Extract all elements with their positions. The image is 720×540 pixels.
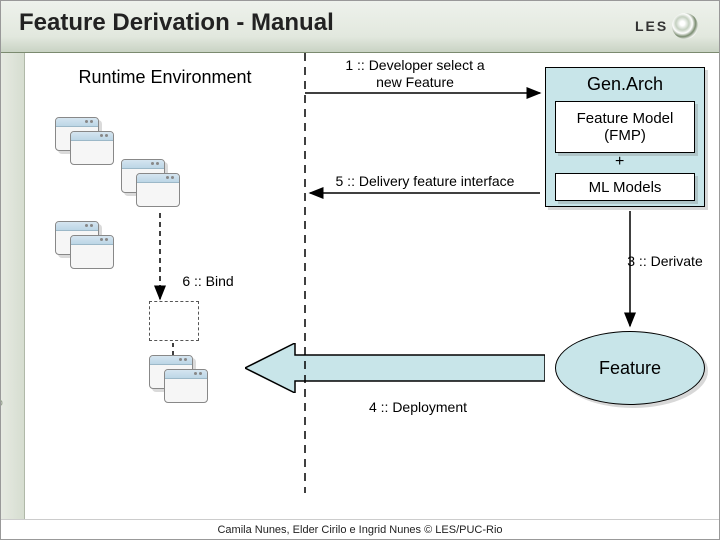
footer-text: Camila Nunes, Elder Cirilo e Ingrid Nune…: [217, 524, 502, 536]
window-icon: [70, 131, 114, 165]
logo-swirl-icon: [672, 13, 698, 39]
ml-models-label: ML Models: [589, 179, 662, 196]
sidebar: Laboratório de Engenharia de Software: [1, 53, 25, 519]
logo-text: LES: [635, 18, 668, 34]
window-icon: [164, 369, 208, 403]
slide-title: Feature Derivation - Manual: [19, 9, 701, 37]
bind-target-placeholder: [149, 301, 199, 341]
les-logo: LES: [635, 11, 705, 41]
deployment-arrow-icon: [245, 343, 545, 393]
feature-model-box: Feature Model (FMP): [555, 101, 695, 153]
step-3-label: 3 :: Derivate: [615, 253, 715, 270]
step-1-label: 1 :: Developer select a new Feature: [325, 57, 505, 91]
feature-label: Feature: [599, 358, 661, 379]
runtime-env-label: Runtime Environment: [55, 67, 275, 89]
feature-ellipse: Feature: [555, 331, 705, 405]
footer: Camila Nunes, Elder Cirilo e Ingrid Nune…: [1, 519, 719, 539]
sidebar-label: Laboratório de Engenharia de Software: [0, 285, 3, 509]
step-4-label: 4 :: Deployment: [353, 399, 483, 416]
fmp-line1: Feature Model: [577, 110, 674, 127]
window-icon: [136, 173, 180, 207]
plus-label: +: [615, 153, 624, 171]
diagram-canvas: Runtime Environment 1 :: Developer selec…: [25, 53, 719, 519]
ml-models-box: ML Models: [555, 173, 695, 201]
slide-header: Feature Derivation - Manual LES: [1, 1, 719, 53]
step-6-label: 6 :: Bind: [173, 273, 243, 290]
window-icon: [70, 235, 114, 269]
step-5-label: 5 :: Delivery feature interface: [325, 173, 525, 190]
genarch-title: Gen.Arch: [587, 74, 663, 95]
fmp-line2: (FMP): [604, 127, 646, 144]
